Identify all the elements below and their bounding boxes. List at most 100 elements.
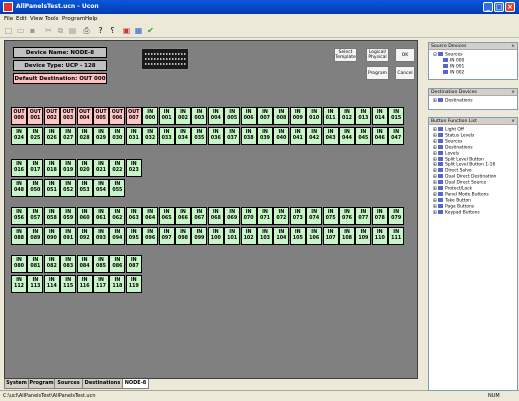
input-button[interactable]: IN 002 — [175, 107, 191, 125]
input-button[interactable]: IN 086 — [109, 255, 126, 273]
input-button[interactable]: IN 105 — [289, 227, 306, 245]
output-button[interactable]: OUT 001 — [27, 107, 44, 125]
menu-view[interactable]: View — [30, 16, 43, 22]
input-button[interactable]: IN 004 — [207, 107, 224, 125]
input-button[interactable]: IN 115 — [60, 275, 77, 293]
panel-icon[interactable]: ▣ — [122, 26, 131, 35]
output-button[interactable]: OUT 002 — [43, 107, 60, 125]
input-button[interactable]: IN 038 — [240, 127, 257, 145]
input-button[interactable]: IN 113 — [27, 275, 44, 293]
function-item[interactable]: ⊞ Keypad Buttons — [433, 209, 496, 216]
input-button[interactable]: IN 027 — [60, 127, 77, 145]
input-button[interactable]: IN 028 — [76, 127, 93, 145]
tab-system[interactable]: System — [4, 379, 29, 389]
tab-program[interactable]: Program — [28, 379, 55, 389]
tree-item[interactable]: IN 002 — [433, 69, 464, 76]
input-button[interactable]: IN 053 — [76, 179, 93, 197]
input-button[interactable]: IN 034 — [175, 127, 191, 145]
input-button[interactable]: IN 057 — [27, 207, 44, 225]
input-button[interactable]: IN 069 — [224, 207, 241, 225]
input-button[interactable]: IN 095 — [125, 227, 142, 245]
copy-icon[interactable]: ⧉ — [56, 26, 65, 35]
input-button[interactable]: IN 073 — [289, 207, 306, 225]
panel-close-icon[interactable]: × — [511, 89, 515, 96]
paste-icon[interactable]: ▤ — [68, 26, 77, 35]
output-button[interactable]: OUT 003 — [60, 107, 77, 125]
input-button[interactable]: IN 068 — [207, 207, 224, 225]
input-button[interactable]: IN 082 — [43, 255, 60, 273]
input-button[interactable]: IN 116 — [76, 275, 93, 293]
input-button[interactable]: IN 044 — [339, 127, 355, 145]
input-button[interactable]: IN 094 — [109, 227, 126, 245]
input-button[interactable]: IN 111 — [388, 227, 405, 245]
input-button[interactable]: IN 060 — [76, 207, 93, 225]
input-button[interactable]: IN 008 — [273, 107, 290, 125]
input-button[interactable]: IN 021 — [93, 159, 109, 177]
input-button[interactable]: IN 006 — [240, 107, 257, 125]
input-button[interactable]: IN 091 — [60, 227, 77, 245]
input-button[interactable]: IN 019 — [60, 159, 77, 177]
menu-tools[interactable]: Tools — [45, 16, 59, 22]
input-button[interactable]: IN 033 — [158, 127, 175, 145]
context-help-icon[interactable]: ⸮ — [108, 26, 117, 35]
input-button[interactable]: IN 001 — [158, 107, 175, 125]
input-button[interactable]: IN 015 — [388, 107, 405, 125]
input-button[interactable]: IN 055 — [109, 179, 126, 197]
input-button[interactable]: IN 099 — [191, 227, 208, 245]
output-button[interactable]: OUT 007 — [125, 107, 142, 125]
input-button[interactable]: IN 117 — [93, 275, 109, 293]
input-button[interactable]: IN 018 — [43, 159, 60, 177]
minimize-button[interactable]: _ — [483, 2, 493, 12]
input-button[interactable]: IN 017 — [27, 159, 44, 177]
input-button[interactable]: IN 007 — [257, 107, 273, 125]
input-button[interactable]: IN 047 — [388, 127, 405, 145]
new-icon[interactable]: □ — [4, 26, 13, 35]
checkmark-icon[interactable]: ✔ — [146, 26, 155, 35]
input-button[interactable]: IN 010 — [306, 107, 323, 125]
input-button[interactable]: IN 097 — [158, 227, 175, 245]
input-button[interactable]: IN 032 — [142, 127, 159, 145]
input-button[interactable]: IN 025 — [27, 127, 44, 145]
device-icon[interactable]: ▦ — [134, 26, 143, 35]
input-button[interactable]: IN 039 — [257, 127, 273, 145]
help-icon[interactable]: ? — [96, 26, 105, 35]
input-button[interactable]: IN 067 — [191, 207, 208, 225]
cancel-button[interactable]: Cancel — [395, 66, 415, 80]
input-button[interactable]: IN 066 — [175, 207, 191, 225]
input-button[interactable]: IN 013 — [355, 107, 372, 125]
input-button[interactable]: IN 080 — [11, 255, 27, 273]
input-button[interactable]: IN 092 — [76, 227, 93, 245]
input-button[interactable]: IN 107 — [322, 227, 339, 245]
input-button[interactable]: IN 087 — [125, 255, 142, 273]
input-button[interactable]: IN 030 — [109, 127, 126, 145]
menu-edit[interactable]: Edit — [16, 16, 27, 22]
input-button[interactable]: IN 079 — [388, 207, 405, 225]
input-button[interactable]: IN 026 — [43, 127, 60, 145]
panel-close-icon[interactable]: × — [511, 118, 515, 125]
input-button[interactable]: IN 052 — [60, 179, 77, 197]
input-button[interactable]: IN 077 — [355, 207, 372, 225]
ok-button[interactable]: OK — [395, 48, 415, 62]
input-button[interactable]: IN 089 — [27, 227, 44, 245]
input-button[interactable]: IN 104 — [273, 227, 290, 245]
input-button[interactable]: IN 046 — [371, 127, 388, 145]
input-button[interactable]: IN 012 — [339, 107, 355, 125]
input-button[interactable]: IN 076 — [339, 207, 355, 225]
menu-program[interactable]: Program — [62, 16, 85, 22]
tab-sources[interactable]: Sources — [54, 379, 83, 389]
program-button[interactable]: Program — [366, 66, 389, 80]
input-button[interactable]: IN 029 — [93, 127, 109, 145]
input-button[interactable]: IN 054 — [93, 179, 109, 197]
input-button[interactable]: IN 035 — [191, 127, 208, 145]
input-button[interactable]: IN 058 — [43, 207, 60, 225]
input-button[interactable]: IN 031 — [125, 127, 142, 145]
input-button[interactable]: IN 101 — [224, 227, 241, 245]
output-button[interactable]: OUT 005 — [93, 107, 109, 125]
output-button[interactable]: OUT 000 — [11, 107, 27, 125]
destination-tree[interactable]: ⊞ Destinations — [433, 98, 473, 104]
input-button[interactable]: IN 103 — [257, 227, 273, 245]
input-button[interactable]: IN 108 — [339, 227, 355, 245]
input-button[interactable]: IN 109 — [355, 227, 372, 245]
cut-icon[interactable]: ✂ — [44, 26, 53, 35]
input-button[interactable]: IN 014 — [371, 107, 388, 125]
